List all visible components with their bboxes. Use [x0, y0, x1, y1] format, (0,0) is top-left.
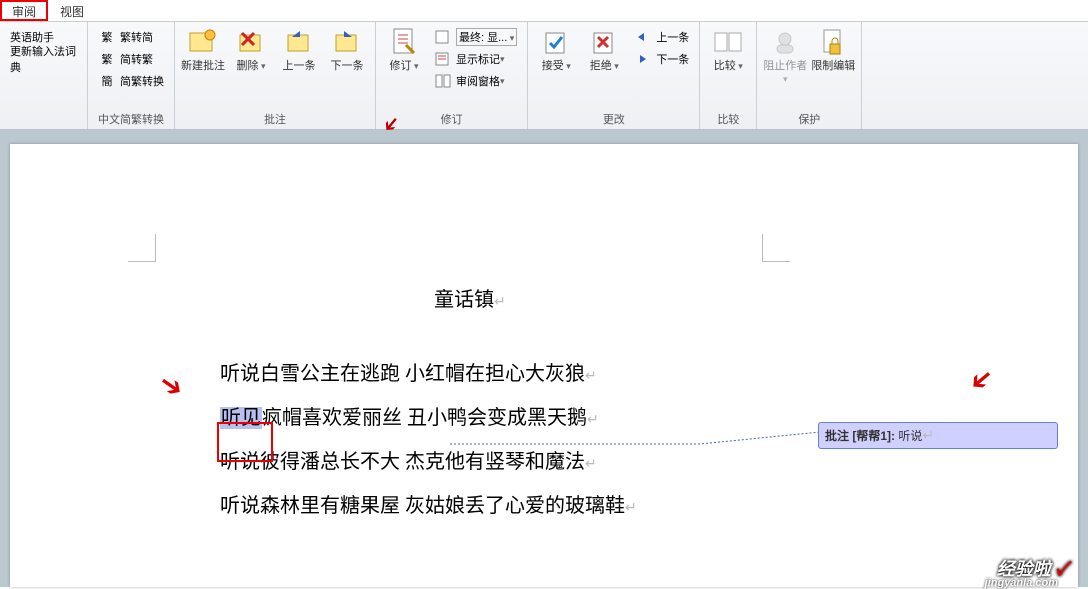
convert-icon: 繁	[98, 29, 116, 45]
page[interactable]: 童话镇↵ 听说白雪公主在逃跑 小红帽在担心大灰狼↵ 听见疯帽喜欢爱丽丝 丑小鸭会…	[10, 144, 1078, 587]
restrict-editing-button[interactable]: 限制编辑	[809, 24, 857, 75]
group-protect: 阻止作者 限制编辑 保护	[757, 22, 862, 129]
restrict-icon	[817, 26, 849, 58]
group-label: 中文简繁转换	[92, 109, 170, 129]
comment-connector	[450, 444, 830, 445]
text-line: 听说森林里有糖果屋 灰姑娘丢了心爱的玻璃鞋↵	[220, 484, 720, 528]
reject-icon	[588, 26, 620, 58]
compare-button[interactable]: 比较	[704, 24, 752, 75]
document-area: 童话镇↵ 听说白雪公主在逃跑 小红帽在担心大灰狼↵ 听见疯帽喜欢爱丽丝 丑小鸭会…	[0, 130, 1088, 587]
next-comment-icon	[331, 26, 363, 58]
doc-icon	[434, 29, 452, 45]
doc-title: 童话镇↵	[220, 278, 720, 322]
chinese-convert-button[interactable]: 簡简繁转换	[94, 70, 168, 92]
group-label	[4, 113, 83, 129]
trad-to-simp-button[interactable]: 繁繁转简	[94, 26, 168, 48]
watermark-url: jingyanla.com	[985, 577, 1058, 589]
group-chinese-convert: 繁繁转简 繁简转繁 簡简繁转换 中文简繁转换	[88, 22, 175, 129]
group-tracking: 修订 最终: 显... 显示标记 审阅窗格 修订	[376, 22, 528, 129]
show-markup-button[interactable]: 显示标记	[430, 48, 521, 70]
comment-text: 听说	[898, 429, 922, 443]
accept-button[interactable]: 接受	[532, 24, 580, 75]
group-label: 保护	[761, 109, 857, 129]
next-comment-button[interactable]: 下一条	[323, 24, 371, 75]
prev-change-button[interactable]: 上一条	[630, 26, 693, 48]
prev-icon	[634, 29, 652, 45]
watermark: 经验啦 ✓ jingyanla.com	[997, 555, 1068, 581]
next-change-button[interactable]: 下一条	[630, 48, 693, 70]
pane-icon	[434, 73, 452, 89]
annotation-highlight-box	[217, 422, 273, 462]
comment-label: 批注	[825, 429, 852, 443]
tab-bar: 审阅 视图	[0, 0, 1088, 22]
group-label: 批注	[179, 109, 371, 129]
group-changes: 接受 拒绝 上一条 下一条 更改	[528, 22, 700, 129]
convert-icon: 簡	[98, 73, 116, 89]
annotation-arrow: ➔	[962, 360, 1001, 400]
text-line: 听说彼得潘总长不大 杰克他有竖琴和魔法↵	[220, 440, 720, 484]
new-comment-icon	[187, 26, 219, 58]
tab-view[interactable]: 视图	[48, 0, 96, 21]
prev-comment-button[interactable]: 上一条	[275, 24, 323, 75]
annotation-arrow: ➔	[153, 365, 191, 405]
reviewing-pane-button[interactable]: 审阅窗格	[430, 70, 521, 92]
delete-comment-button[interactable]: 删除	[227, 24, 275, 75]
update-ime-dict-button[interactable]: 更新输入法词典	[6, 48, 81, 70]
track-changes-button[interactable]: 修订	[380, 24, 428, 75]
margin-corner	[762, 234, 790, 262]
markup-icon	[434, 51, 452, 67]
compare-icon	[712, 26, 744, 58]
prev-comment-icon	[283, 26, 315, 58]
text-line: 听见疯帽喜欢爱丽丝 丑小鸭会变成黑天鹅↵	[220, 396, 720, 440]
block-author-icon	[769, 26, 801, 58]
document-content[interactable]: 童话镇↵ 听说白雪公主在逃跑 小红帽在担心大灰狼↵ 听见疯帽喜欢爱丽丝 丑小鸭会…	[220, 278, 720, 528]
group-label: 比较	[704, 109, 752, 129]
group-proofing: 英语助手 更新输入法词典	[0, 22, 88, 129]
group-compare: 比较 比较	[700, 22, 757, 129]
group-comments: 新建批注 删除 上一条 下一条 批注 ➔	[175, 22, 376, 129]
reject-button[interactable]: 拒绝	[580, 24, 628, 75]
convert-icon: 繁	[98, 51, 116, 67]
accept-icon	[540, 26, 572, 58]
display-for-review-dropdown[interactable]: 最终: 显...	[430, 26, 521, 48]
next-icon	[634, 51, 652, 67]
simp-to-trad-button[interactable]: 繁简转繁	[94, 48, 168, 70]
delete-comment-icon	[235, 26, 267, 58]
comment-author: [帮帮1]:	[852, 429, 895, 443]
group-label: 更改	[532, 109, 695, 129]
tab-review[interactable]: 审阅	[0, 0, 48, 21]
margin-corner	[128, 234, 156, 262]
new-comment-button[interactable]: 新建批注	[179, 24, 227, 75]
track-icon	[388, 26, 420, 58]
ribbon: 英语助手 更新输入法词典 繁繁转简 繁简转繁 簡简繁转换 中文简繁转换 新建批注…	[0, 22, 1088, 130]
text-line: 听说白雪公主在逃跑 小红帽在担心大灰狼↵	[220, 352, 720, 396]
comment-balloon[interactable]: 批注 [帮帮1]: 听说↵	[818, 422, 1058, 449]
block-authors-button[interactable]: 阻止作者	[761, 24, 809, 88]
